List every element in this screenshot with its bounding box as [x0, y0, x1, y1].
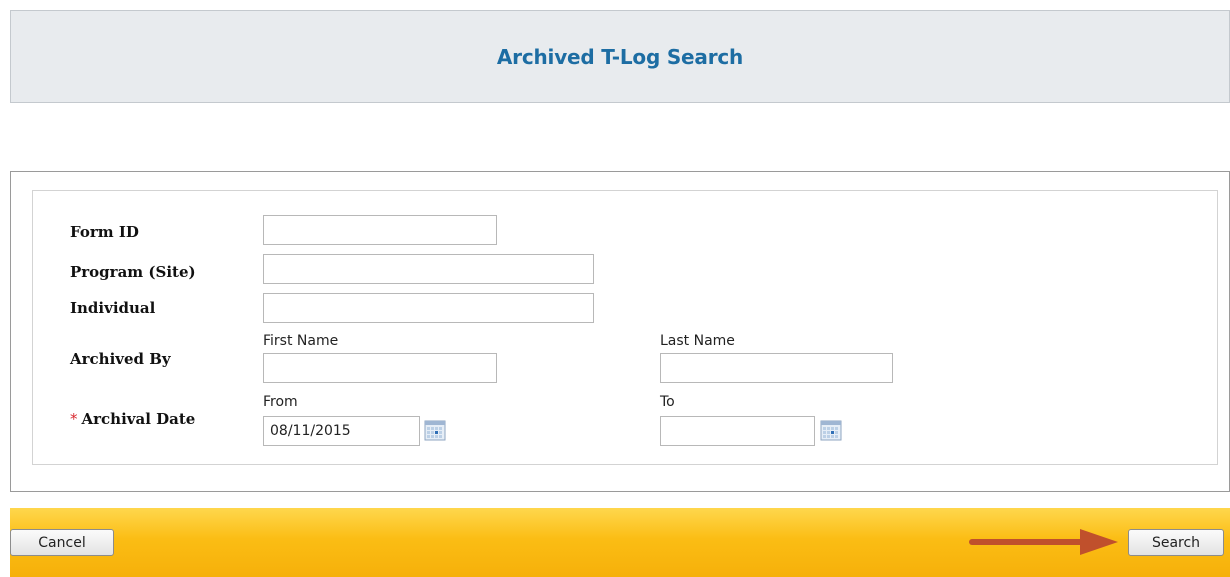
- last-name-label: Last Name: [660, 333, 735, 349]
- page-title: Archived T-Log Search: [496, 44, 744, 69]
- cancel-button[interactable]: Cancel: [10, 529, 114, 556]
- program-site-input[interactable]: [263, 254, 594, 284]
- archived-by-label: Archived By: [70, 350, 171, 368]
- calendar-icon[interactable]: [424, 419, 446, 441]
- calendar-icon[interactable]: [820, 419, 842, 441]
- required-marker: *: [70, 410, 78, 428]
- archival-date-label: * Archival Date: [70, 410, 195, 428]
- search-form-panel: Form ID Program (Site) Individual Archiv…: [10, 171, 1230, 492]
- program-site-label: Program (Site): [70, 263, 196, 281]
- individual-label: Individual: [70, 299, 156, 317]
- arrow-right-icon: [969, 529, 1118, 555]
- archival-date-label-text: Archival Date: [81, 410, 196, 428]
- page-header: Archived T-Log Search: [10, 10, 1230, 103]
- from-date-label: From: [263, 394, 298, 410]
- individual-input[interactable]: [263, 293, 594, 323]
- form-id-label: Form ID: [70, 223, 139, 241]
- to-date-input[interactable]: [660, 416, 815, 446]
- search-form: Form ID Program (Site) Individual Archiv…: [32, 190, 1218, 465]
- from-date-input[interactable]: [263, 416, 420, 446]
- first-name-label: First Name: [263, 333, 339, 349]
- first-name-input[interactable]: [263, 353, 497, 383]
- last-name-input[interactable]: [660, 353, 893, 383]
- action-bar: Cancel Search: [10, 508, 1230, 577]
- search-button[interactable]: Search: [1128, 529, 1224, 556]
- form-id-input[interactable]: [263, 215, 497, 245]
- to-date-label: To: [660, 394, 675, 410]
